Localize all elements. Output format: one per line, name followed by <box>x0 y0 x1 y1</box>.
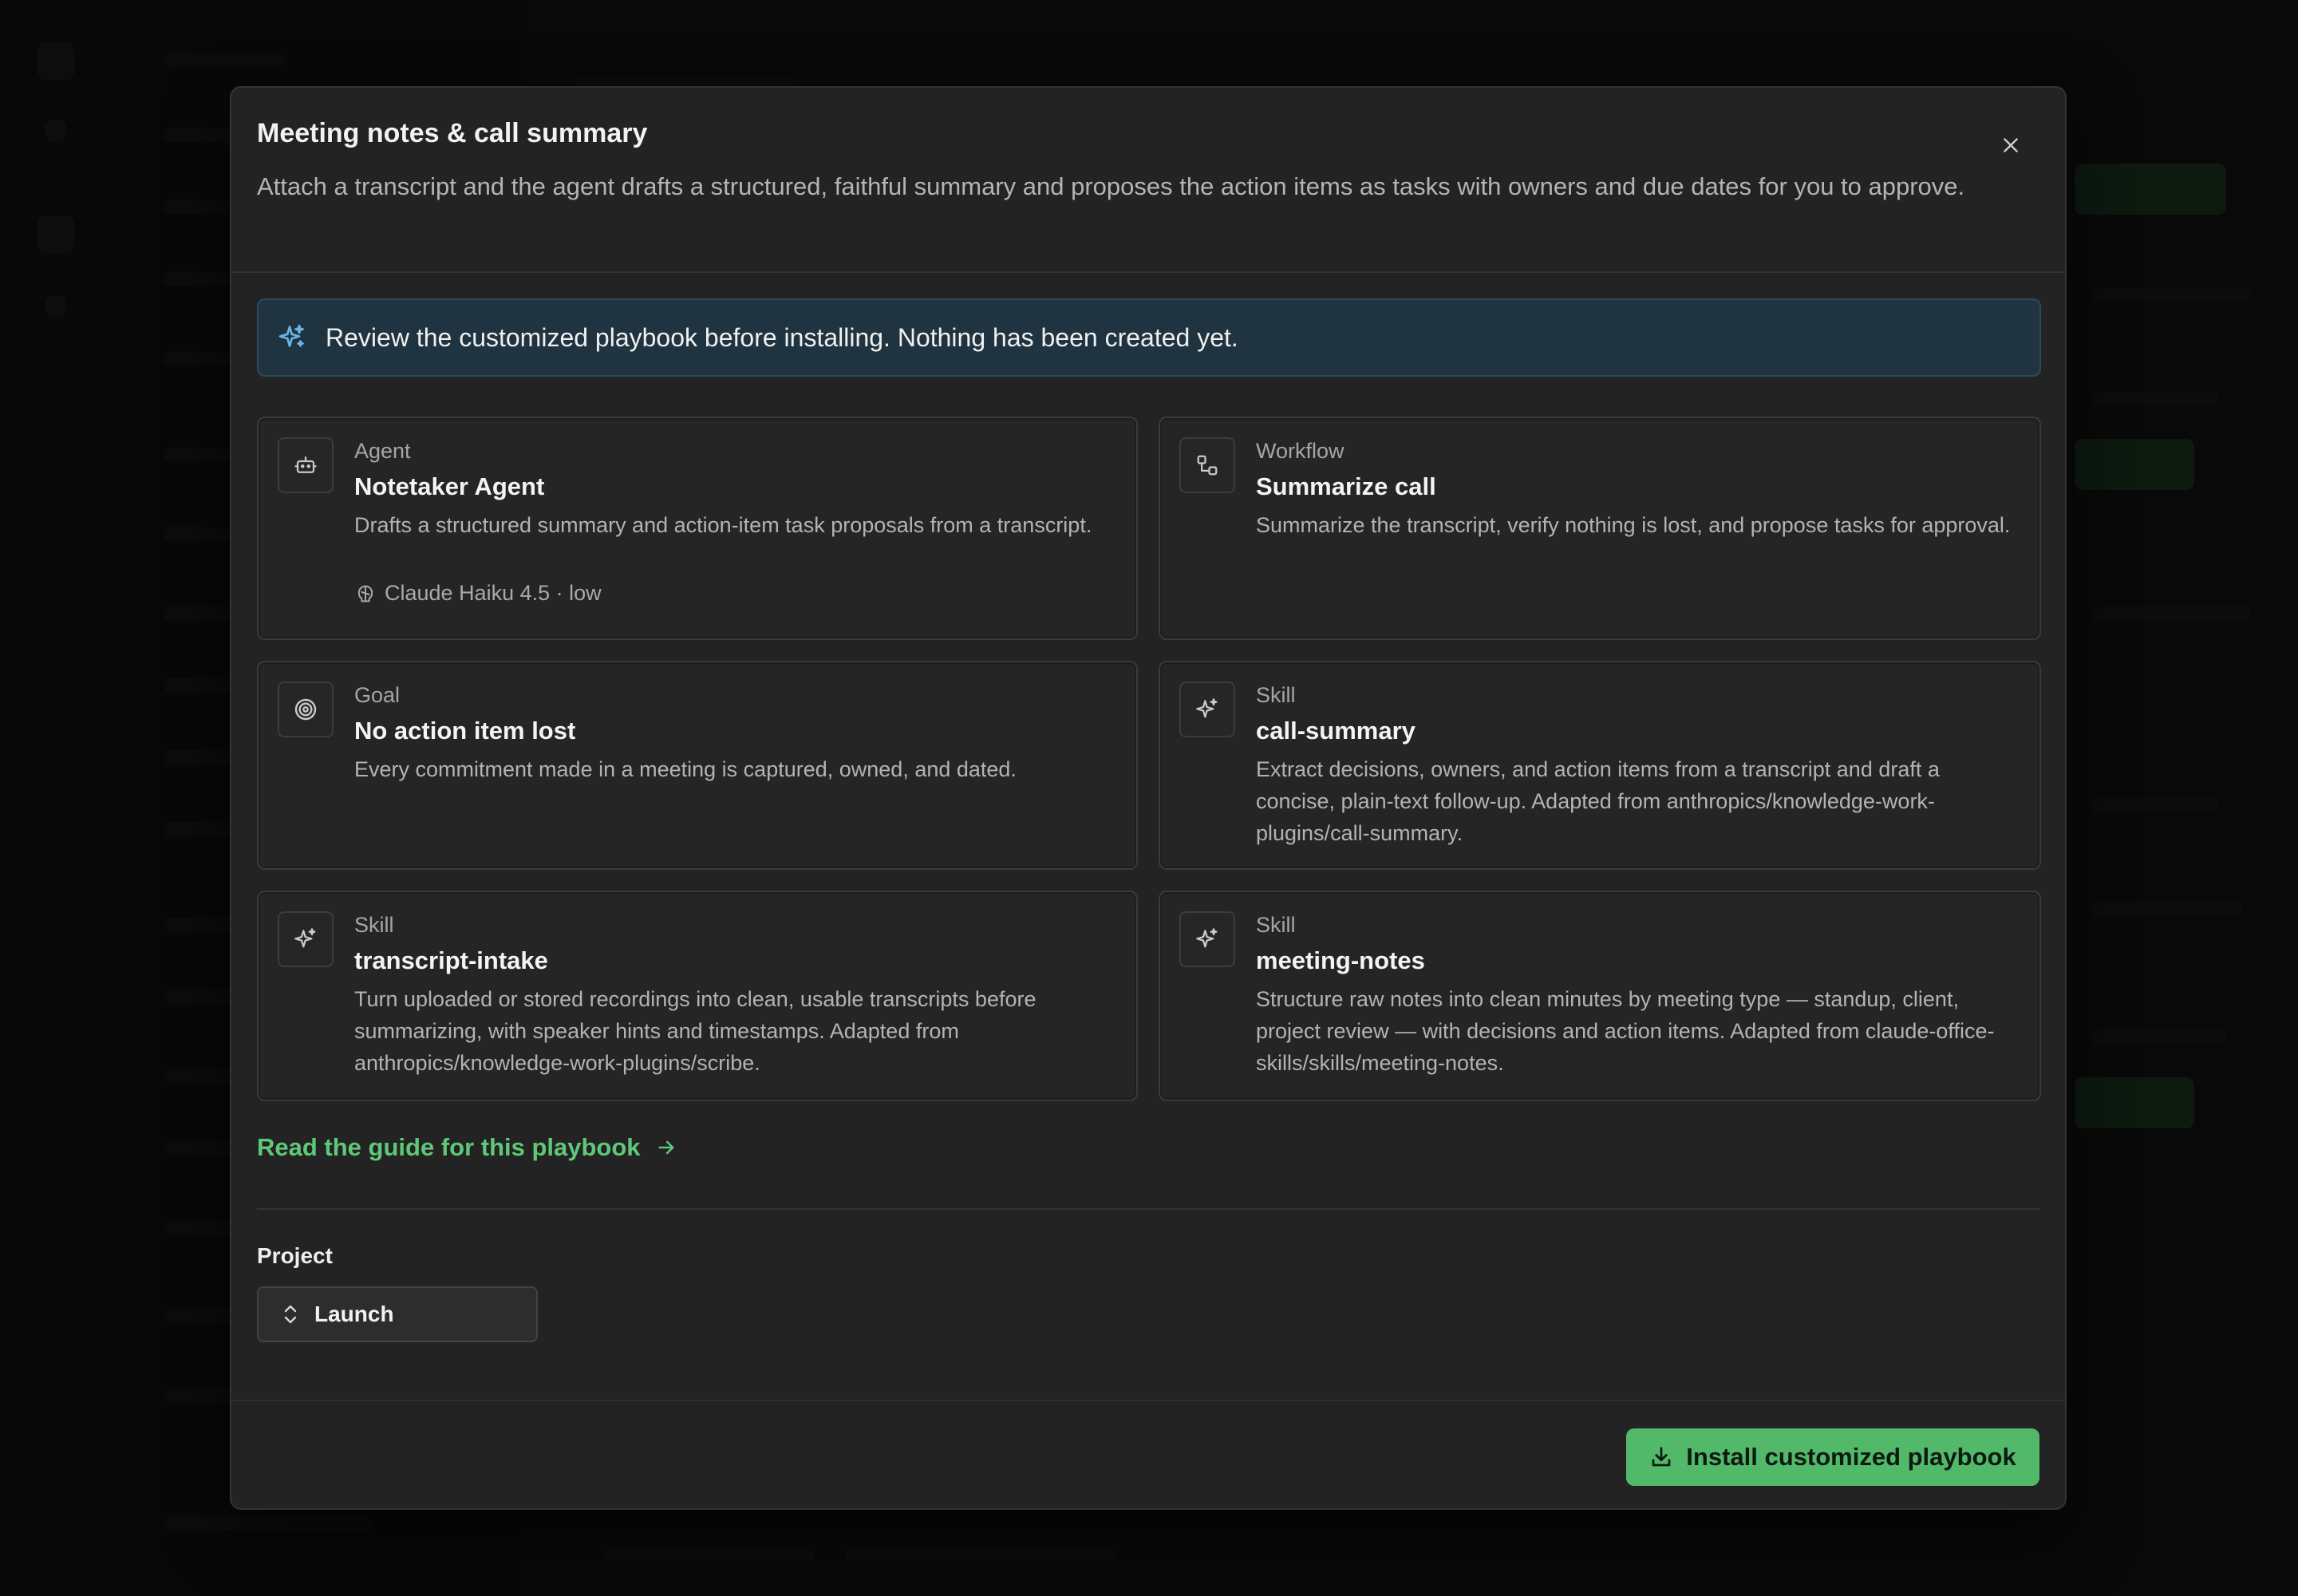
footer-divider <box>231 1400 2065 1401</box>
install-playbook-dialog: Meeting notes & call summary Attach a tr… <box>230 86 2067 1510</box>
close-icon <box>2004 138 2018 152</box>
item-name: Notetaker Agent <box>354 472 545 500</box>
arrow-right-icon <box>655 1136 677 1159</box>
item-type: Workflow <box>1256 439 1344 463</box>
item-type: Skill <box>354 913 394 937</box>
item-description: Summarize the transcript, verify nothing… <box>1256 513 2011 537</box>
playbook-item-goal: Goal No action item lost Every commitmen… <box>257 661 1138 870</box>
item-name: call-summary <box>1256 717 1416 745</box>
item-type: Skill <box>1256 683 1296 707</box>
item-description: Structure raw notes into clean minutes b… <box>1256 987 1995 1075</box>
robot-icon <box>278 437 334 493</box>
item-type: Goal <box>354 683 401 707</box>
item-description: Extract decisions, owners, and action it… <box>1256 757 1940 845</box>
item-description: Turn uploaded or stored recordings into … <box>354 987 1036 1075</box>
read-guide-link[interactable]: Read the guide for this playbook <box>257 1133 677 1162</box>
sparkles-icon <box>1179 911 1235 967</box>
install-customized-playbook-button[interactable]: Install customized playbook <box>1626 1428 2039 1486</box>
sparkles-icon <box>276 322 308 354</box>
item-description: Drafts a structured summary and action-i… <box>354 513 1092 537</box>
playbook-item-skill-transcript-intake: Skill transcript-intake Turn uploaded or… <box>257 891 1138 1101</box>
playbook-item-skill-meeting-notes: Skill meeting-notes Structure raw notes … <box>1159 891 2041 1101</box>
item-name: transcript-intake <box>354 946 548 974</box>
item-type: Skill <box>1256 913 1296 937</box>
project-label: Project <box>257 1243 333 1268</box>
item-description: Every commitment made in a meeting is ca… <box>354 757 1017 781</box>
dialog-description: Attach a transcript and the agent drafts… <box>257 172 1965 200</box>
close-button[interactable] <box>1988 123 2033 168</box>
project-select-value: Launch <box>314 1302 394 1326</box>
chevron-up-down-icon <box>281 1302 302 1326</box>
project-select[interactable]: Launch <box>257 1286 538 1342</box>
item-model-meta: Claude Haiku 4.5 · low <box>354 581 602 606</box>
playbook-item-skill-call-summary: Skill call-summary Extract decisions, ow… <box>1159 661 2041 870</box>
playbook-item-agent: Agent Notetaker Agent Drafts a structure… <box>257 417 1138 640</box>
review-notice: Review the customized playbook before in… <box>257 298 2041 377</box>
read-guide-label: Read the guide for this playbook <box>257 1133 641 1161</box>
item-name: meeting-notes <box>1256 946 1425 974</box>
brain-icon <box>357 585 373 602</box>
dialog-title: Meeting notes & call summary <box>257 118 648 148</box>
dialog-header: Meeting notes & call summary Attach a tr… <box>231 88 2065 273</box>
install-button-label: Install customized playbook <box>1686 1443 2016 1471</box>
workflow-icon <box>1179 437 1235 493</box>
sparkles-icon <box>1179 681 1235 737</box>
item-name: Summarize call <box>1256 472 1436 500</box>
notice-text: Review the customized playbook before in… <box>326 322 1238 352</box>
playbook-item-workflow: Workflow Summarize call Summarize the tr… <box>1159 417 2041 640</box>
download-icon <box>1652 1447 1671 1467</box>
item-model-text: Claude Haiku 4.5 · low <box>385 581 602 605</box>
sparkles-icon <box>278 911 334 967</box>
item-name: No action item lost <box>354 717 576 745</box>
item-type: Agent <box>354 439 411 463</box>
section-divider <box>257 1208 2039 1210</box>
target-icon <box>278 681 334 737</box>
